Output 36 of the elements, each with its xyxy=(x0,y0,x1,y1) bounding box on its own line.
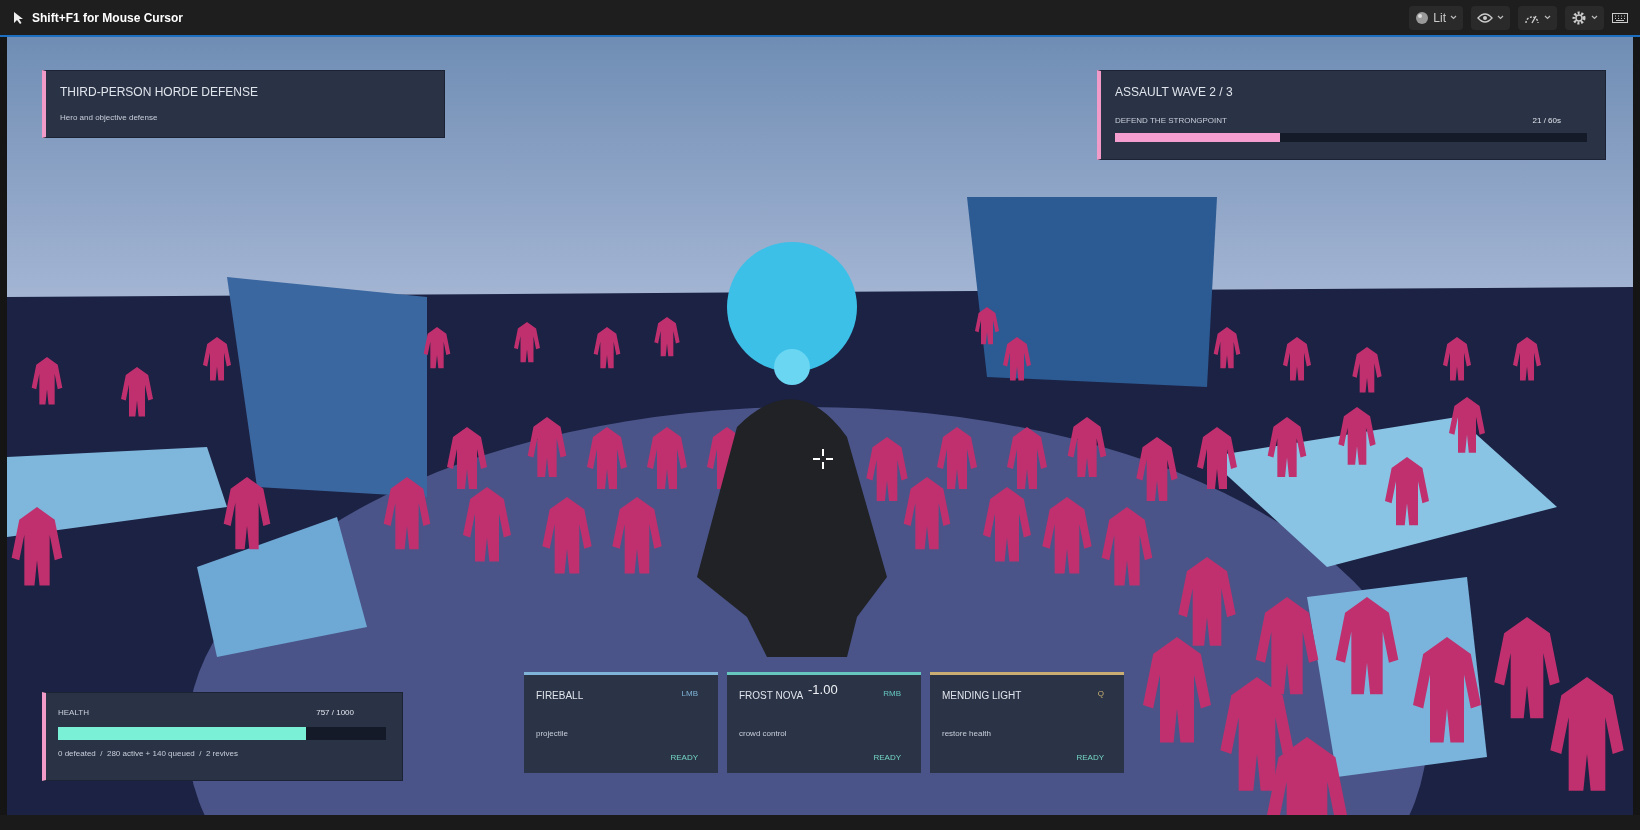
sphere-icon xyxy=(1415,10,1430,25)
chevron-icon xyxy=(1591,15,1598,20)
ability-category: restore health xyxy=(942,728,992,740)
ability-key: RMB xyxy=(883,688,901,703)
cursor-icon xyxy=(12,10,24,25)
ability-category: crowd control xyxy=(739,728,788,740)
ability-status: READY xyxy=(670,752,698,764)
crosshair-icon xyxy=(811,447,835,471)
show-options-button[interactable] xyxy=(1471,5,1510,30)
game-subtitle: Hero and objective defense xyxy=(60,112,159,124)
mouse-cursor-hint: Shift+F1 for Mouse Cursor xyxy=(32,9,183,27)
settings-button[interactable] xyxy=(1565,5,1604,30)
wave-title: ASSAULT WAVE 2 / 3 xyxy=(1115,84,1234,101)
ability-name: FROST NOVA xyxy=(739,689,804,703)
ability-key: LMB xyxy=(681,688,698,703)
chevron-icon xyxy=(1450,15,1457,20)
ability-category: projectile xyxy=(536,728,569,740)
chevron-icon xyxy=(1544,15,1551,20)
health-value: 757 / 1000 xyxy=(316,707,354,719)
ability-status: READY xyxy=(873,752,901,764)
health-label: HEALTH xyxy=(58,707,89,719)
combat-stats: 0 defeated / 280 active + 140 queued / 2 revives xyxy=(58,748,239,760)
keyboard-icon[interactable] xyxy=(1612,11,1628,24)
ability-name: MENDING LIGHT xyxy=(942,689,1022,703)
wave-timer: 21 / 60s xyxy=(1532,115,1561,127)
ability-key: Q xyxy=(1097,688,1104,703)
performance-button[interactable] xyxy=(1518,5,1557,30)
objective-label: DEFEND THE STRONGPOINT xyxy=(1115,115,1227,127)
game-title: THIRD-PERSON HORDE DEFENSE xyxy=(60,84,260,101)
chevron-icon xyxy=(1497,15,1504,20)
eye-icon xyxy=(1477,11,1493,24)
damage-number: -1.00 xyxy=(808,681,838,699)
ability-status: READY xyxy=(1076,752,1104,764)
settings-icon xyxy=(1571,9,1587,26)
view-mode-button[interactable]: Lit xyxy=(1409,5,1463,30)
ability-name: FIREBALL xyxy=(536,689,584,703)
